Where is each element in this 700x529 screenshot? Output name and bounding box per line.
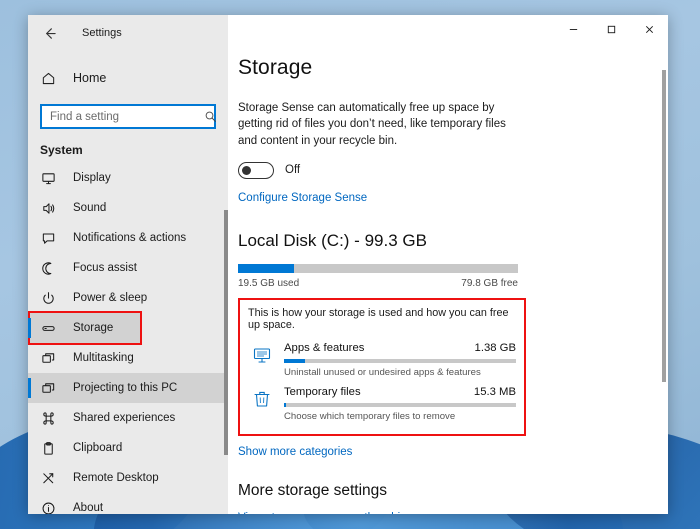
storage-sense-toggle[interactable] bbox=[238, 162, 274, 179]
sidebar-item-label: Clipboard bbox=[73, 442, 122, 454]
main-content-pane: Storage Storage Sense can automatically … bbox=[228, 15, 668, 514]
storage-category-name: Temporary files bbox=[284, 386, 361, 398]
windows-stack-icon bbox=[40, 350, 57, 367]
sidebar-item-label: Shared experiences bbox=[73, 412, 175, 424]
sidebar-item-display[interactable]: Display bbox=[28, 163, 228, 193]
home-icon bbox=[40, 70, 57, 87]
sidebar-item-label: Focus assist bbox=[73, 262, 137, 274]
storage-category-row[interactable]: Temporary files 15.3 MB Choose which tem… bbox=[248, 381, 516, 425]
storage-category-subtitle: Choose which temporary files to remove bbox=[284, 411, 516, 422]
notification-icon bbox=[40, 230, 57, 247]
toggle-state-label: Off bbox=[285, 164, 300, 176]
sidebar-item-projecting[interactable]: Projecting to this PC bbox=[28, 373, 228, 403]
sidebar-item-multitasking[interactable]: Multitasking bbox=[28, 343, 228, 373]
storage-category-size: 15.3 MB bbox=[474, 386, 516, 398]
sidebar-item-notifications[interactable]: Notifications & actions bbox=[28, 223, 228, 253]
sidebar-titlebar: Settings bbox=[28, 15, 228, 51]
projection-icon bbox=[40, 380, 57, 397]
info-icon bbox=[40, 500, 57, 515]
sidebar-item-sound[interactable]: Sound bbox=[28, 193, 228, 223]
page-title: Storage bbox=[238, 56, 668, 80]
sidebar-item-label: Projecting to this PC bbox=[73, 382, 177, 394]
minimize-button[interactable] bbox=[554, 15, 592, 43]
sidebar-item-label: Multitasking bbox=[73, 352, 134, 364]
sidebar-item-shared-experiences[interactable]: Shared experiences bbox=[28, 403, 228, 433]
maximize-button[interactable] bbox=[592, 15, 630, 43]
storage-category-size: 1.38 GB bbox=[475, 342, 516, 354]
share-icon bbox=[40, 410, 57, 427]
sidebar-item-power-sleep[interactable]: Power & sleep bbox=[28, 283, 228, 313]
remote-desktop-icon bbox=[40, 470, 57, 487]
sidebar-item-clipboard[interactable]: Clipboard bbox=[28, 433, 228, 463]
storage-panel-intro: This is how your storage is used and how… bbox=[248, 307, 516, 331]
storage-settings-content: Storage Storage Sense can automatically … bbox=[228, 51, 668, 514]
view-storage-usage-link[interactable]: View storage usage on other drives bbox=[238, 512, 668, 514]
storage-category-body: Apps & features 1.38 GB Uninstall unused… bbox=[284, 342, 516, 378]
storage-category-subtitle: Uninstall unused or undesired apps & fea… bbox=[284, 367, 516, 378]
sidebar-item-focus-assist[interactable]: Focus assist bbox=[28, 253, 228, 283]
storage-category-head: Apps & features 1.38 GB bbox=[284, 342, 516, 354]
settings-window: Settings Home System bbox=[28, 15, 668, 514]
sidebar-item-remote-desktop[interactable]: Remote Desktop bbox=[28, 463, 228, 493]
trash-can-icon bbox=[251, 388, 273, 410]
local-disk-usage-fill bbox=[238, 264, 294, 273]
sidebar: Settings Home System bbox=[28, 15, 228, 514]
storage-category-bar bbox=[284, 359, 516, 363]
disk-free-label: 79.8 GB free bbox=[461, 278, 518, 289]
back-arrow-icon[interactable] bbox=[38, 22, 60, 44]
storage-category-name: Apps & features bbox=[284, 342, 364, 354]
main-content-scrollbar[interactable] bbox=[662, 70, 666, 382]
storage-category-bar-fill bbox=[284, 359, 305, 363]
sidebar-item-label: Display bbox=[73, 172, 111, 184]
toggle-knob bbox=[242, 166, 251, 175]
search-input[interactable] bbox=[50, 111, 204, 123]
sidebar-item-label: About bbox=[73, 502, 103, 514]
sidebar-item-label: Storage bbox=[73, 322, 113, 334]
sidebar-item-storage[interactable]: Storage bbox=[30, 313, 140, 343]
home-label: Home bbox=[73, 71, 106, 85]
clipboard-icon bbox=[40, 440, 57, 457]
configure-storage-sense-link[interactable]: Configure Storage Sense bbox=[238, 192, 367, 204]
sidebar-nav-list: Display Sound bbox=[28, 163, 228, 514]
disk-used-label: 19.5 GB used bbox=[238, 278, 299, 289]
close-button[interactable] bbox=[630, 15, 668, 43]
window-titlebar-controls bbox=[228, 15, 668, 51]
sidebar-item-home[interactable]: Home bbox=[28, 61, 228, 95]
sidebar-item-about[interactable]: About bbox=[28, 493, 228, 514]
monitor-apps-icon bbox=[251, 344, 273, 366]
local-disk-title: Local Disk (C:) - 99.3 GB bbox=[238, 231, 668, 251]
search-icon[interactable] bbox=[204, 110, 217, 123]
local-disk-usage-labels: 19.5 GB used 79.8 GB free bbox=[238, 278, 518, 289]
sidebar-item-label: Notifications & actions bbox=[73, 232, 186, 244]
storage-drive-icon bbox=[40, 320, 57, 337]
desktop-background: Settings Home System bbox=[0, 0, 700, 529]
storage-categories-panel: This is how your storage is used and how… bbox=[238, 298, 526, 436]
storage-sense-toggle-row: Off bbox=[238, 162, 668, 179]
speaker-icon bbox=[40, 200, 57, 217]
window-title: Settings bbox=[82, 27, 122, 39]
power-icon bbox=[40, 290, 57, 307]
sidebar-item-label: Power & sleep bbox=[73, 292, 147, 304]
more-storage-settings-title: More storage settings bbox=[238, 482, 668, 500]
search-box[interactable] bbox=[40, 104, 216, 129]
storage-category-head: Temporary files 15.3 MB bbox=[284, 386, 516, 398]
storage-category-bar bbox=[284, 403, 516, 407]
storage-category-row[interactable]: Apps & features 1.38 GB Uninstall unused… bbox=[248, 337, 516, 381]
sidebar-item-label: Sound bbox=[73, 202, 106, 214]
storage-sense-description: Storage Sense can automatically free up … bbox=[238, 100, 518, 149]
monitor-icon bbox=[40, 170, 57, 187]
storage-category-body: Temporary files 15.3 MB Choose which tem… bbox=[284, 386, 516, 422]
sidebar-section-title: System bbox=[28, 129, 228, 163]
storage-category-bar-fill bbox=[284, 403, 286, 407]
moon-icon bbox=[40, 260, 57, 277]
local-disk-usage-bar bbox=[238, 264, 518, 273]
show-more-categories-link[interactable]: Show more categories bbox=[238, 446, 352, 458]
sidebar-item-label: Remote Desktop bbox=[73, 472, 159, 484]
